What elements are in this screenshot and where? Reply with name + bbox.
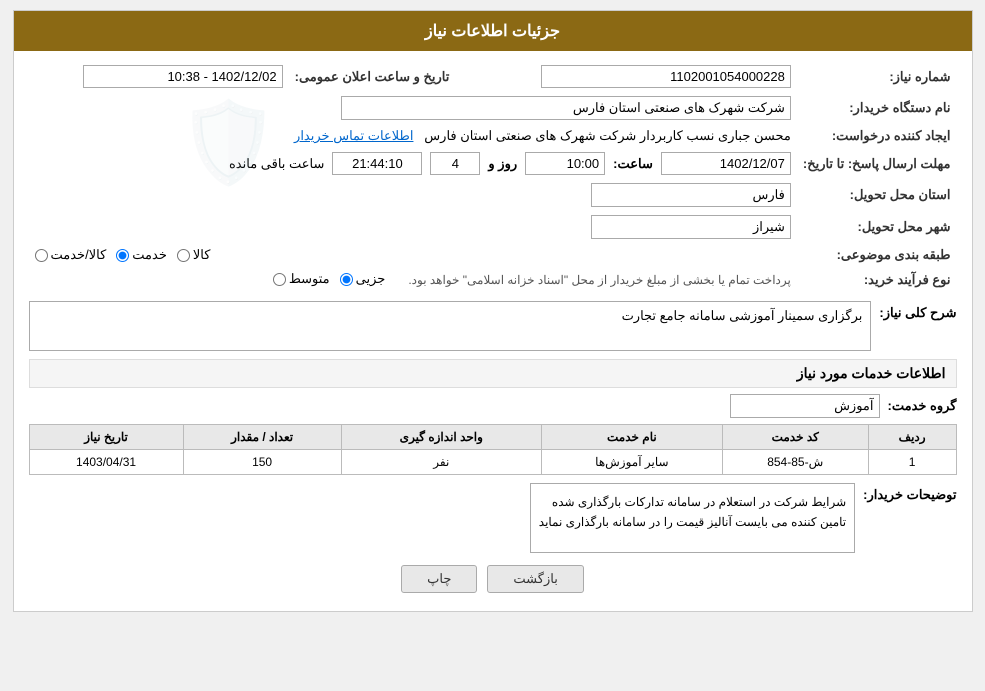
response-remaining-box: 21:44:10 (332, 152, 422, 175)
category-radio-service[interactable] (116, 249, 129, 262)
buyer-notes-box: شرایط شرکت در استعلام در سامانه تدارکات … (530, 483, 855, 553)
category-label: طبقه بندی موضوعی: (797, 243, 957, 267)
delivery-province-label: استان محل تحویل: (797, 179, 957, 211)
response-remaining-label: ساعت باقی مانده (229, 156, 324, 172)
table-row: 1ش-85-854سایر آموزش‌هانفر1501403/04/31 (29, 450, 956, 475)
category-option1-label: کالا (193, 247, 211, 263)
col-code: کد خدمت (722, 425, 868, 450)
need-description-row: شرح کلی نیاز: برگزاری سمینار آموزشی ساما… (29, 301, 957, 351)
response-date-box: 1402/12/07 (661, 152, 791, 175)
col-unit: واحد اندازه گیری (341, 425, 541, 450)
service-group-row: گروه خدمت: آموزش (29, 394, 957, 418)
creator-label: ایجاد کننده درخواست: (797, 124, 957, 148)
page-title: جزئیات اطلاعات نیاز (425, 23, 560, 40)
category-option2-label: خدمت (132, 247, 167, 263)
creator-contact-link[interactable]: اطلاعات تماس خریدار (294, 128, 413, 143)
col-name: نام خدمت (542, 425, 723, 450)
need-number-value: 1102001054000228 (475, 61, 796, 92)
print-button[interactable]: چاپ (401, 565, 477, 593)
buyer-notes-line2: تامین کننده می بایست آنالیز قیمت را در س… (539, 512, 846, 532)
purchase-option2-label: متوسط (289, 271, 330, 287)
response-time-label: ساعت: (613, 156, 653, 172)
main-container: جزئیات اطلاعات نیاز شماره نیاز: 11020010… (13, 10, 973, 612)
services-section-header: اطلاعات خدمات مورد نیاز (29, 359, 957, 388)
col-date: تاریخ نیاز (29, 425, 183, 450)
buyer-notes-line1: شرایط شرکت در استعلام در سامانه تدارکات … (539, 492, 846, 512)
response-deadline-label: مهلت ارسال پاسخ: تا تاریخ: (797, 148, 957, 179)
buttons-row: بازگشت چاپ (29, 565, 957, 593)
delivery-city-label: شهر محل تحویل: (797, 211, 957, 243)
purchase-radio-minor[interactable] (340, 273, 353, 286)
response-days-label: روز و (488, 156, 517, 172)
purchase-text: پرداخت تمام یا بخشی از مبلغ خریدار از مح… (408, 271, 791, 289)
category-option3-label: کالا/خدمت (51, 247, 107, 263)
purchase-option1-label: جزیی (356, 271, 386, 287)
announcement-date-label: تاریخ و ساعت اعلان عمومی: (289, 61, 456, 92)
delivery-province-box: فارس (591, 183, 791, 207)
category-radio-goods-service[interactable] (35, 249, 48, 262)
need-description-box: برگزاری سمینار آموزشی سامانه جامع تجارت (29, 301, 872, 351)
need-description-text: برگزاری سمینار آموزشی سامانه جامع تجارت (622, 308, 863, 323)
top-info-table: شماره نیاز: 1102001054000228 تاریخ و ساع… (29, 61, 957, 293)
buyer-notes-label: توضیحات خریدار: (863, 483, 956, 503)
col-row: ردیف (868, 425, 956, 450)
col-qty: تعداد / مقدار (183, 425, 341, 450)
services-table: ردیف کد خدمت نام خدمت واحد اندازه گیری ت… (29, 424, 957, 475)
category-option-goods[interactable]: کالا (177, 247, 211, 263)
delivery-city-box: شیراز (591, 215, 791, 239)
buyer-org-value: شرکت شهرک های صنعتی استان فارس (341, 96, 791, 120)
category-option-service[interactable]: خدمت (116, 247, 167, 263)
response-days-box: 4 (430, 152, 480, 175)
need-number-box: 1102001054000228 (541, 65, 791, 88)
response-time-box: 10:00 (525, 152, 605, 175)
purchase-radio-medium[interactable] (273, 273, 286, 286)
creator-name: محسن جباری نسب کاربردار شرکت شهرک های صن… (424, 128, 791, 143)
announcement-date-value: 1402/12/02 - 10:38 (29, 61, 289, 92)
purchase-type-label: نوع فرآیند خرید: (797, 267, 957, 293)
service-group-box: آموزش (730, 394, 880, 418)
buyer-org-label: نام دستگاه خریدار: (797, 92, 957, 124)
need-description-label: شرح کلی نیاز: (879, 301, 956, 321)
purchase-option-medium[interactable]: متوسط (273, 271, 330, 287)
category-radio-goods[interactable] (177, 249, 190, 262)
need-number-label: شماره نیاز: (797, 61, 957, 92)
service-group-label: گروه خدمت: (888, 398, 957, 414)
page-header: جزئیات اطلاعات نیاز (14, 11, 972, 51)
buyer-notes-row: توضیحات خریدار: شرایط شرکت در استعلام در… (29, 483, 957, 553)
announcement-date-box: 1402/12/02 - 10:38 (83, 65, 283, 88)
main-content: شماره نیاز: 1102001054000228 تاریخ و ساع… (14, 51, 972, 611)
back-button[interactable]: بازگشت (487, 565, 583, 593)
purchase-option-minor[interactable]: جزیی (340, 271, 386, 287)
category-option-goods-service[interactable]: کالا/خدمت (35, 247, 107, 263)
